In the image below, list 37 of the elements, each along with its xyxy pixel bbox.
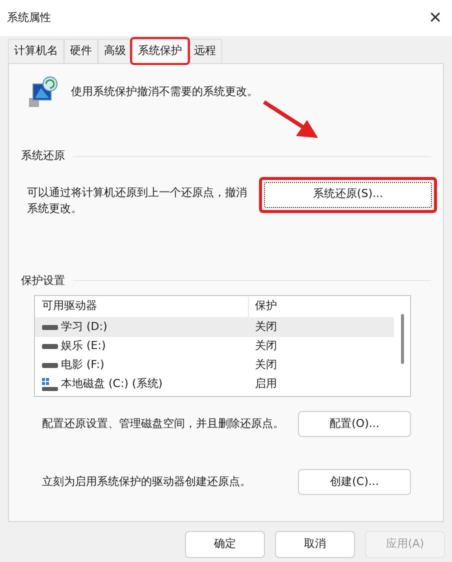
- restore-description: 可以通过将计算机还原到上一个还原点，撤消系统更改。: [27, 184, 248, 216]
- section-heading: 保护设置: [21, 272, 65, 288]
- drive-row[interactable]: 娱乐 (E:) 关闭: [35, 337, 394, 356]
- action-description: 配置还原设置、管理磁盘空间，并且删除还原点。: [42, 416, 284, 432]
- drive-name: 学习 (D:): [61, 319, 108, 336]
- tab[interactable]: 系统保护: [132, 39, 188, 63]
- column-header[interactable]: 保护: [249, 298, 277, 315]
- protection-status: 关闭: [254, 319, 277, 336]
- column-header[interactable]: 可用驱动器: [35, 296, 249, 317]
- annotation-arrow: [262, 100, 320, 140]
- drive-icon: [42, 325, 58, 330]
- action-button[interactable]: 创建(C)...: [298, 469, 411, 495]
- close-button[interactable]: ✕: [428, 6, 442, 30]
- tab[interactable]: 计算机名: [8, 39, 64, 63]
- drive-icon: [42, 363, 58, 368]
- action-description: 立刻为启用系统保护的驱动器创建还原点。: [42, 474, 251, 490]
- system-restore-button[interactable]: 系统还原(S)...: [259, 176, 437, 212]
- dialog-button[interactable]: 取消: [275, 531, 355, 558]
- action-button[interactable]: 配置(O)...: [298, 411, 411, 437]
- protection-status: 关闭: [254, 338, 277, 354]
- protection-status: 启用: [254, 376, 277, 392]
- intro-text: 使用系统保护撤消不需要的系统更改。: [71, 84, 258, 100]
- tab[interactable]: 远程: [188, 39, 222, 63]
- drive-row[interactable]: 学习 (D:) 关闭: [35, 318, 394, 337]
- drive-icon: [42, 344, 58, 349]
- system-drive-icon: [42, 378, 58, 392]
- window-title: 系统属性: [7, 10, 51, 26]
- tab[interactable]: 硬件: [64, 39, 98, 63]
- tab[interactable]: 高级: [98, 39, 132, 63]
- drive-name: 电影 (F:): [61, 357, 104, 374]
- drive-row[interactable]: 本地磁盘 (C:) (系统) 启用: [35, 375, 394, 394]
- dialog-button[interactable]: 确定: [185, 531, 265, 558]
- drive-name: 本地磁盘 (C:) (系统): [61, 376, 163, 392]
- drive-row[interactable]: 电影 (F:) 关闭: [35, 356, 394, 375]
- protection-status: 关闭: [254, 357, 277, 374]
- section-heading: 系统还原: [21, 148, 65, 164]
- drive-name: 娱乐 (E:): [61, 338, 106, 354]
